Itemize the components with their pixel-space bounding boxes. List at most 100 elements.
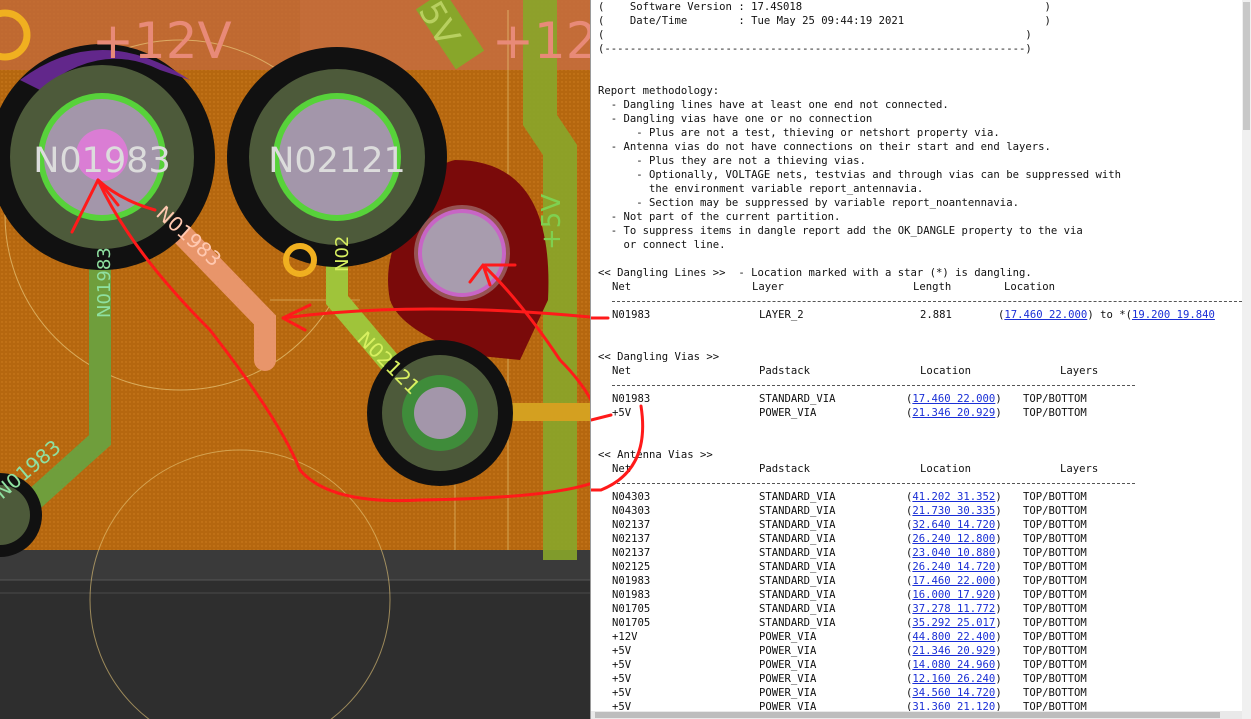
dl-header-location: Location (1004, 281, 1056, 293)
methodology-line: - Dangling lines have at least one end n… (598, 99, 949, 111)
location-link[interactable]: 21.730 30.335 (912, 505, 995, 517)
row-location: (23.040 10.880) (906, 546, 1002, 560)
row-net: N01705 (612, 617, 651, 629)
row-location: (21.346 20.929) (906, 406, 1002, 420)
row-padstack: POWER_VIA (759, 673, 817, 685)
vertical-scrollbar[interactable] (1242, 0, 1251, 719)
row-layers: TOP/BOTTOM (1023, 673, 1087, 685)
row-net: N01705 (612, 603, 651, 615)
pcb-board-svg[interactable]: +12V +12 5V N01983 N02121 +5V N01983 N01… (0, 0, 590, 719)
row-net: +5V (612, 407, 632, 419)
paren-close: ) (995, 617, 1002, 629)
row-padstack: STANDARD_VIA (759, 533, 836, 545)
dv-header-net: Net (612, 365, 632, 377)
dl-location-end-link[interactable]: 19.200 19.840 (1132, 309, 1215, 321)
dv-separator (612, 385, 1135, 386)
row-location: (21.346 20.929) (906, 644, 1002, 658)
paren-close: ) (995, 393, 1002, 405)
paren-close: ) (995, 407, 1002, 419)
label-plus12v: +12V (92, 12, 232, 70)
methodology-line: or connect line. (598, 239, 726, 251)
row-location: (12.160 26.240) (906, 672, 1002, 686)
dv-header-layers: Layers (1060, 365, 1099, 377)
row-layers: TOP/BOTTOM (1023, 519, 1087, 531)
row-padstack: STANDARD_VIA (759, 393, 836, 405)
row-padstack: POWER_VIA (759, 645, 817, 657)
row-net: N01983 (612, 393, 651, 405)
row-padstack: STANDARD_VIA (759, 491, 836, 503)
location-link[interactable]: 23.040 10.880 (912, 547, 995, 559)
location-link[interactable]: 12.160 26.240 (912, 673, 995, 685)
methodology-line: - Section may be suppressed by variable … (598, 197, 1019, 209)
paren-close: ) (995, 505, 1002, 517)
row-layers: TOP/BOTTOM (1023, 561, 1087, 573)
panel-strip (0, 548, 590, 580)
location-link[interactable]: 16.000 17.920 (912, 589, 995, 601)
location-link[interactable]: 17.460 22.000 (912, 393, 995, 405)
row-location: (41.202 31.352) (906, 490, 1002, 504)
location-link[interactable]: 26.240 12.800 (912, 533, 995, 545)
methodology-line: - Plus they are not a thieving vias. (598, 155, 866, 167)
paren-close: ) (995, 575, 1002, 587)
pcb-canvas[interactable]: +12V +12 5V N01983 N02121 +5V N01983 N01… (0, 0, 590, 719)
row-location: (26.240 12.800) (906, 532, 1002, 546)
dl-location-start-link[interactable]: 17.460 22.000 (1004, 309, 1087, 321)
methodology-line: - Dangling vias have one or no connectio… (598, 113, 873, 125)
location-link[interactable]: 35.292 25.017 (912, 617, 995, 629)
dl-header-net: Net (612, 281, 632, 293)
row-padstack: STANDARD_VIA (759, 617, 836, 629)
row-padstack: STANDARD_VIA (759, 575, 836, 587)
row-layers: TOP/BOTTOM (1023, 393, 1087, 405)
location-link[interactable]: 34.560 14.720 (912, 687, 995, 699)
report-software-version: ( Software Version : 17.4S018 ) (598, 1, 1051, 13)
location-link[interactable]: 17.460 22.000 (912, 575, 995, 587)
label-plus12v-right: +12 (492, 12, 590, 70)
row-layers: TOP/BOTTOM (1023, 533, 1087, 545)
location-link[interactable]: 32.640 14.720 (912, 519, 995, 531)
row-layers: TOP/BOTTOM (1023, 491, 1087, 503)
dangling-lines-heading: << Dangling Lines >> - Location marked w… (598, 267, 1032, 279)
vertical-scrollbar-thumb[interactable] (1243, 2, 1250, 130)
location-link[interactable]: 44.800 22.400 (912, 631, 995, 643)
row-layers: TOP/BOTTOM (1023, 631, 1087, 643)
dv-header-location: Location (920, 365, 972, 377)
row-layers: TOP/BOTTOM (1023, 505, 1087, 517)
dl-row-layer: LAYER_2 (759, 309, 804, 321)
location-link[interactable]: 14.080 24.960 (912, 659, 995, 671)
av-header-net: Net (612, 463, 632, 475)
methodology-line: - To suppress items in dangle report add… (598, 225, 1083, 237)
horizontal-scrollbar[interactable] (591, 711, 1242, 719)
row-net: N01983 (612, 575, 651, 587)
via-small-pad[interactable] (414, 387, 466, 439)
paren-close: ) (995, 673, 1002, 685)
methodology-line: Report methodology: (598, 85, 720, 97)
row-padstack: STANDARD_VIA (759, 561, 836, 573)
location-link[interactable]: 21.346 20.929 (912, 645, 995, 657)
row-location: (21.730 30.335) (906, 504, 1002, 518)
label-n02-vertical: N02 (332, 236, 353, 272)
dl-header-length: Length (913, 281, 952, 293)
label-n01983-vertical: N01983 (94, 247, 115, 318)
location-link[interactable]: 26.240 14.720 (912, 561, 995, 573)
paren-close: ) (995, 687, 1002, 699)
methodology-line: the environment variable report_antennav… (598, 183, 924, 195)
horizontal-scrollbar-thumb[interactable] (595, 712, 1220, 718)
row-location: (16.000 17.920) (906, 588, 1002, 602)
paren-close: ) (995, 491, 1002, 503)
location-link[interactable]: 21.346 20.929 (912, 407, 995, 419)
dl-row-net: N01983 (612, 309, 651, 321)
row-padstack: POWER_VIA (759, 407, 817, 419)
dangle-report-pane[interactable]: ( Software Version : 17.4S018 ) ( Date/T… (590, 0, 1251, 719)
row-layers: TOP/BOTTOM (1023, 687, 1087, 699)
row-layers: TOP/BOTTOM (1023, 603, 1087, 615)
location-link[interactable]: 41.202 31.352 (912, 491, 995, 503)
row-layers: TOP/BOTTOM (1023, 547, 1087, 559)
paren-close: ) (995, 519, 1002, 531)
paren-close: ) (995, 645, 1002, 657)
row-location: (32.640 14.720) (906, 518, 1002, 532)
label-n01983-via: N01983 (33, 141, 171, 181)
row-net: +5V (612, 673, 632, 685)
methodology-line: - Not part of the current partition. (598, 211, 841, 223)
paren-close: ) (995, 533, 1002, 545)
location-link[interactable]: 37.278 11.772 (912, 603, 995, 615)
